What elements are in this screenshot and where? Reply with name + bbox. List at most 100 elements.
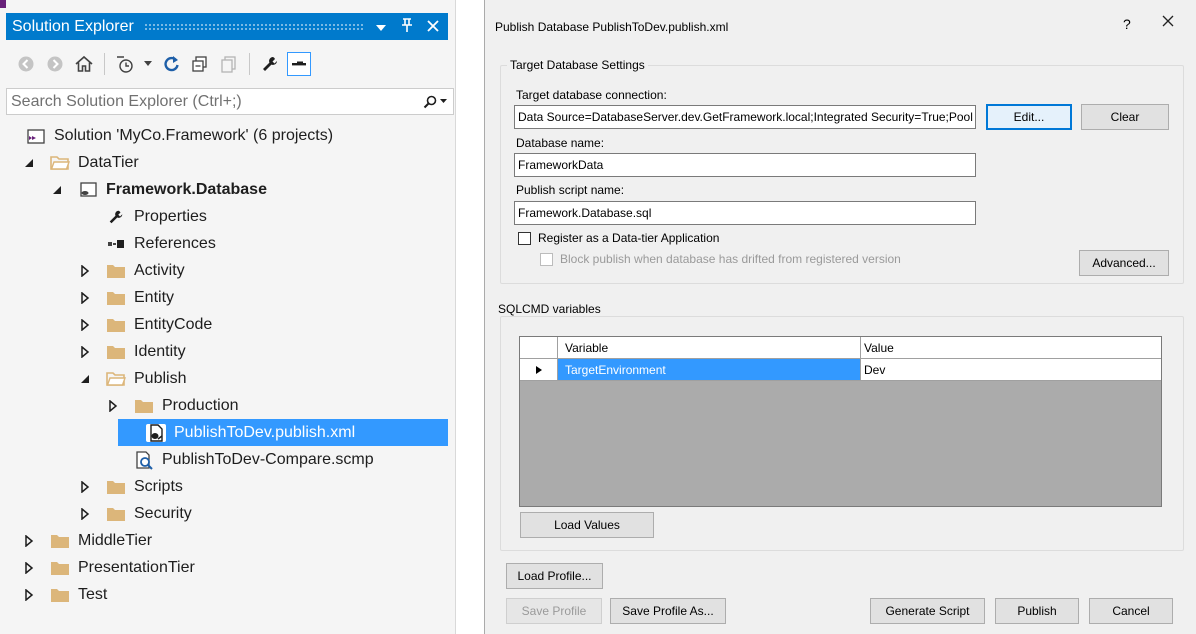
tree-item[interactable]: EntityCode bbox=[78, 311, 212, 338]
publish-file-icon bbox=[146, 423, 166, 442]
tree-item[interactable]: Test bbox=[22, 581, 107, 608]
forward-button[interactable] bbox=[43, 52, 67, 76]
back-button[interactable] bbox=[14, 52, 38, 76]
tree-item[interactable]: Activity bbox=[78, 257, 185, 284]
collapsed-arrow-icon[interactable] bbox=[78, 264, 92, 278]
solution-explorer-titlebar[interactable]: Solution Explorer bbox=[6, 13, 448, 40]
window-position-dropdown-icon[interactable] bbox=[374, 19, 388, 35]
collapsed-arrow-icon[interactable] bbox=[22, 561, 36, 575]
publish-button[interactable]: Publish bbox=[995, 598, 1079, 624]
script-name-label: Publish script name: bbox=[516, 183, 625, 197]
sync-button[interactable] bbox=[159, 52, 183, 76]
show-all-files-button[interactable] bbox=[217, 52, 241, 76]
pending-changes-filter-button[interactable] bbox=[113, 52, 137, 76]
tree-item[interactable]: Scripts bbox=[78, 473, 183, 500]
search-input[interactable] bbox=[7, 91, 417, 112]
edit-connection-button[interactable]: Edit... bbox=[986, 104, 1072, 130]
wrench-icon bbox=[106, 208, 126, 226]
preview-selected-items-button[interactable] bbox=[287, 52, 311, 76]
tree-item[interactable]: PublishToDev-Compare.scmp bbox=[106, 446, 374, 473]
pin-icon[interactable] bbox=[400, 18, 414, 35]
save-profile-as-button[interactable]: Save Profile As... bbox=[610, 598, 726, 624]
search-icon bbox=[423, 95, 437, 108]
variable-column-header[interactable]: Variable bbox=[558, 337, 861, 358]
search-box[interactable] bbox=[6, 88, 454, 115]
filter-dropdown-button[interactable] bbox=[142, 52, 154, 76]
tree-item[interactable]: Entity bbox=[78, 284, 174, 311]
tree-item[interactable]: Publish bbox=[78, 365, 186, 392]
dbname-field[interactable]: FrameworkData bbox=[514, 153, 976, 177]
row-header[interactable] bbox=[520, 359, 558, 380]
properties-button[interactable] bbox=[258, 52, 282, 76]
dbname-label: Database name: bbox=[516, 136, 605, 150]
tree-item[interactable]: References bbox=[78, 230, 216, 257]
load-profile-button[interactable]: Load Profile... bbox=[506, 563, 603, 589]
tree-item-label: Test bbox=[78, 585, 108, 603]
block-drift-checkbox[interactable]: Block publish when database has drifted … bbox=[540, 252, 901, 266]
folder-open-icon bbox=[50, 154, 70, 172]
connection-field[interactable]: Data Source=DatabaseServer.dev.GetFramew… bbox=[514, 105, 976, 129]
collapsed-arrow-icon[interactable] bbox=[78, 507, 92, 521]
checkbox-box[interactable] bbox=[540, 252, 553, 266]
drag-grip[interactable] bbox=[143, 23, 364, 30]
close-icon[interactable] bbox=[426, 19, 440, 35]
value-column-header[interactable]: Value bbox=[861, 337, 1161, 358]
value-cell[interactable]: Dev bbox=[861, 359, 1161, 380]
compare-file-icon bbox=[134, 450, 154, 470]
preview-icon bbox=[292, 61, 306, 66]
tree-item[interactable]: PresentationTier bbox=[22, 554, 195, 581]
tree-item[interactable]: Framework.Database bbox=[50, 176, 267, 203]
target-settings-label: Target Database Settings bbox=[507, 58, 648, 72]
register-dac-label: Register as a Data-tier Application bbox=[538, 231, 720, 245]
variable-cell[interactable]: TargetEnvironment bbox=[558, 359, 861, 380]
register-dac-checkbox[interactable]: Register as a Data-tier Application bbox=[518, 231, 719, 245]
tree-item[interactable]: Identity bbox=[78, 338, 186, 365]
collapsed-arrow-icon[interactable] bbox=[22, 534, 36, 548]
collapsed-arrow-icon[interactable] bbox=[78, 318, 92, 332]
collapsed-arrow-icon[interactable] bbox=[78, 291, 92, 305]
collapsed-arrow-icon[interactable] bbox=[22, 588, 36, 602]
expanded-arrow-icon[interactable] bbox=[78, 372, 92, 386]
toolbar-separator bbox=[249, 53, 250, 75]
collapse-all-button[interactable] bbox=[188, 52, 212, 76]
tree-item[interactable]: Security bbox=[78, 500, 192, 527]
save-profile-button[interactable]: Save Profile bbox=[506, 598, 602, 624]
tree-item-label: Scripts bbox=[134, 477, 183, 495]
tree-item[interactable]: MiddleTier bbox=[22, 527, 152, 554]
collapsed-arrow-icon[interactable] bbox=[78, 480, 92, 494]
home-icon bbox=[75, 55, 93, 72]
expanded-arrow-icon[interactable] bbox=[50, 183, 64, 197]
tree-item-label: DataTier bbox=[78, 153, 139, 171]
clear-connection-button[interactable]: Clear bbox=[1081, 104, 1169, 130]
forward-arrow-icon bbox=[47, 56, 63, 72]
show-all-files-icon bbox=[221, 56, 236, 73]
connection-label: Target database connection: bbox=[516, 88, 667, 102]
wrench-icon bbox=[263, 57, 277, 71]
tree-item[interactable]: Properties bbox=[78, 203, 207, 230]
folder-icon bbox=[134, 397, 154, 415]
collapsed-arrow-icon[interactable] bbox=[106, 399, 120, 413]
tree-item-label: EntityCode bbox=[134, 315, 213, 333]
expanded-arrow-icon[interactable] bbox=[22, 156, 36, 170]
advanced-button[interactable]: Advanced... bbox=[1079, 250, 1169, 276]
generate-script-button[interactable]: Generate Script bbox=[870, 598, 985, 624]
help-button[interactable]: ? bbox=[1123, 16, 1131, 32]
script-name-field[interactable]: Framework.Database.sql bbox=[514, 201, 976, 225]
tree-item-label: PublishToDev-Compare.scmp bbox=[162, 450, 374, 468]
tree-item[interactable]: DataTier bbox=[22, 149, 139, 176]
tree-item[interactable]: Solution 'MyCo.Framework' (6 projects) bbox=[22, 122, 333, 149]
tree-item[interactable]: PublishToDev.publish.xml bbox=[118, 419, 448, 446]
dialog-close-button[interactable] bbox=[1161, 14, 1179, 32]
load-values-button[interactable]: Load Values bbox=[520, 512, 654, 538]
folder-icon bbox=[106, 262, 126, 280]
table-row[interactable]: TargetEnvironment Dev bbox=[520, 359, 1161, 381]
tree-item-label: Solution 'MyCo.Framework' (6 projects) bbox=[54, 126, 334, 144]
folder-icon bbox=[106, 505, 126, 523]
tree-item[interactable]: Production bbox=[106, 392, 239, 419]
cancel-button[interactable]: Cancel bbox=[1089, 598, 1173, 624]
home-button[interactable] bbox=[72, 52, 96, 76]
collapsed-arrow-icon[interactable] bbox=[78, 345, 92, 359]
tree-item-label: Properties bbox=[134, 207, 207, 225]
checkbox-box[interactable] bbox=[518, 231, 531, 245]
search-options[interactable] bbox=[417, 95, 453, 109]
